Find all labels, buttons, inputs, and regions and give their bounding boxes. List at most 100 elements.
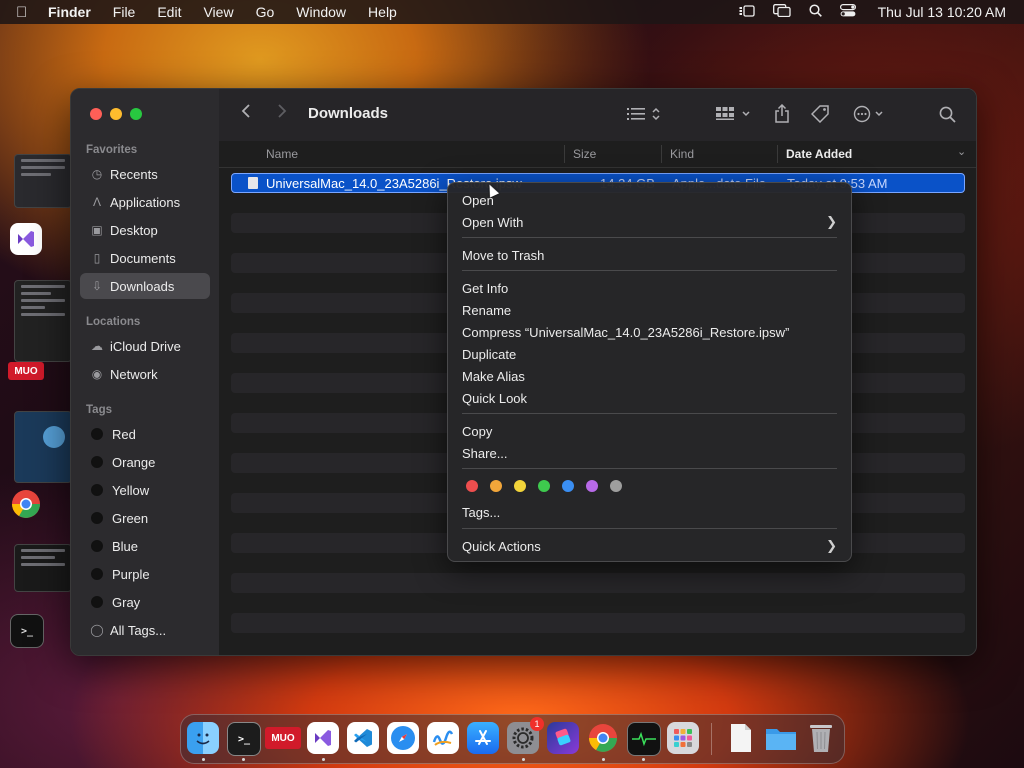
sidebar-tag-yellow[interactable]: Yellow (80, 477, 210, 503)
menu-item-quick-actions[interactable]: Quick Actions ❯ (462, 536, 837, 556)
sidebar-item-downloads[interactable]: ⇩ Downloads (80, 273, 210, 299)
notification-badge: 1 (530, 717, 544, 731)
minimize-button[interactable] (110, 108, 122, 120)
app-store-icon[interactable] (467, 722, 499, 754)
muo-icon[interactable]: MUO (8, 362, 44, 380)
sidebar-tag-red[interactable]: Red (80, 421, 210, 447)
locations-heading: Locations (86, 316, 141, 328)
sidebar-tag-orange[interactable]: Orange (80, 449, 210, 475)
menu-item-open-with[interactable]: Open With ❯ (462, 212, 837, 232)
tag-dot-icon (91, 456, 103, 468)
stage-window-thumbnail[interactable] (14, 154, 72, 208)
shortcuts-icon[interactable] (547, 722, 579, 754)
document-icon[interactable] (725, 722, 757, 754)
vscode-icon[interactable] (347, 722, 379, 754)
sidebar-item-recents[interactable]: ◷ Recents (80, 161, 210, 187)
sidebar-tag-blue[interactable]: Blue (80, 533, 210, 559)
tag-color-blue[interactable] (562, 480, 574, 492)
status-area: Thu Jul 13 10:20 AM (721, 0, 1006, 24)
menu-view[interactable]: View (203, 4, 233, 20)
column-header-date-added[interactable]: Date Added (786, 147, 852, 161)
sidebar-item-desktop[interactable]: ▣ Desktop (80, 217, 210, 243)
menu-item-duplicate[interactable]: Duplicate (462, 344, 837, 364)
control-center-icon[interactable] (839, 4, 856, 20)
safari-icon[interactable] (387, 722, 419, 754)
sidebar-tag-green[interactable]: Green (80, 505, 210, 531)
group-grid-icon[interactable] (716, 106, 752, 127)
tag-color-gray[interactable] (610, 480, 622, 492)
sidebar-item-label: Red (112, 426, 136, 442)
menu-item-label: Quick Actions (462, 538, 541, 554)
context-menu: Open Open With ❯ Move to Trash Get Info … (447, 182, 852, 562)
stage-manager-icon[interactable] (739, 4, 755, 20)
terminal-icon[interactable]: >_ (10, 614, 44, 648)
menu-item-get-info[interactable]: Get Info (462, 278, 837, 298)
tag-icon[interactable] (810, 105, 831, 128)
more-actions-icon[interactable] (853, 105, 889, 128)
menu-edit[interactable]: Edit (157, 4, 181, 20)
screen-mirroring-icon[interactable] (772, 4, 791, 20)
sidebar-tag-purple[interactable]: Purple (80, 561, 210, 587)
menu-finder[interactable]: Finder (48, 4, 91, 20)
sidebar-item-applications[interactable]: Λ Applications (80, 189, 210, 215)
sidebar-item-label: All Tags... (110, 622, 167, 638)
tag-color-purple[interactable] (586, 480, 598, 492)
terminal-icon[interactable]: >_ (227, 722, 261, 756)
menu-item-quick-look[interactable]: Quick Look (462, 388, 837, 408)
menu-item-share[interactable]: Share... (462, 443, 837, 463)
visual-studio-icon[interactable] (10, 223, 42, 255)
menu-go[interactable]: Go (256, 4, 275, 20)
muo-icon[interactable]: MUO (265, 727, 301, 749)
menu-file[interactable]: File (113, 4, 136, 20)
list-view-icon[interactable] (627, 106, 661, 127)
menu-item-open[interactable]: Open (462, 190, 837, 210)
menu-window[interactable]: Window (296, 4, 346, 20)
menu-item-tags[interactable]: Tags... (462, 502, 837, 522)
finder-icon[interactable] (187, 722, 219, 754)
chrome-icon[interactable] (10, 488, 42, 520)
dock: >_ MUO 1 (180, 714, 845, 764)
window-title: Downloads (308, 105, 389, 122)
stage-window-thumbnail[interactable] (14, 544, 72, 592)
downloads-folder-icon[interactable] (765, 722, 797, 754)
system-settings-icon[interactable]: 1 (507, 717, 544, 754)
menu-item-compress[interactable]: Compress “UniversalMac_14.0_23A5286i_Res… (462, 322, 837, 342)
menu-item-move-to-trash[interactable]: Move to Trash (462, 245, 837, 265)
launchpad-icon[interactable] (667, 722, 699, 754)
sort-chevron-icon[interactable]: ⌄ (957, 145, 966, 158)
search-icon[interactable] (939, 106, 956, 128)
close-button[interactable] (90, 108, 102, 120)
tag-color-orange[interactable] (490, 480, 502, 492)
chrome-icon[interactable] (587, 722, 619, 754)
menu-item-make-alias[interactable]: Make Alias (462, 366, 837, 386)
clock[interactable]: Thu Jul 13 10:20 AM (878, 4, 1006, 20)
column-header-size[interactable]: Size (573, 147, 596, 161)
spotlight-search-icon[interactable] (809, 4, 822, 20)
freeform-icon[interactable] (427, 722, 459, 754)
tag-color-red[interactable] (466, 480, 478, 492)
tag-color-green[interactable] (538, 480, 550, 492)
share-icon[interactable] (774, 103, 790, 129)
column-header-name[interactable]: Name (266, 147, 298, 161)
tag-color-yellow[interactable] (514, 480, 526, 492)
activity-monitor-icon[interactable] (627, 722, 661, 756)
trash-icon[interactable] (805, 722, 837, 754)
back-chevron-icon[interactable] (241, 103, 251, 124)
visual-studio-icon[interactable] (307, 722, 339, 754)
stage-window-thumbnail[interactable] (14, 280, 72, 362)
menu-item-rename[interactable]: Rename (462, 300, 837, 320)
sidebar-all-tags[interactable]: ◯ All Tags... (80, 617, 210, 643)
menu-help[interactable]: Help (368, 4, 397, 20)
stage-window-thumbnail[interactable] (14, 411, 72, 483)
sidebar-item-network[interactable]: ◉ Network (80, 361, 210, 387)
empty-row (231, 613, 965, 633)
forward-chevron-icon[interactable] (277, 103, 287, 124)
menu-item-copy[interactable]: Copy (462, 421, 837, 441)
zoom-button[interactable] (130, 108, 142, 120)
column-header-kind[interactable]: Kind (670, 147, 694, 161)
sidebar-item-icloud-drive[interactable]: ☁ iCloud Drive (80, 333, 210, 359)
sidebar-tag-gray[interactable]: Gray (80, 589, 210, 615)
sidebar-item-documents[interactable]: ▯ Documents (80, 245, 210, 271)
apple-icon[interactable]:  (16, 4, 32, 21)
document-icon: ▯ (93, 251, 101, 265)
